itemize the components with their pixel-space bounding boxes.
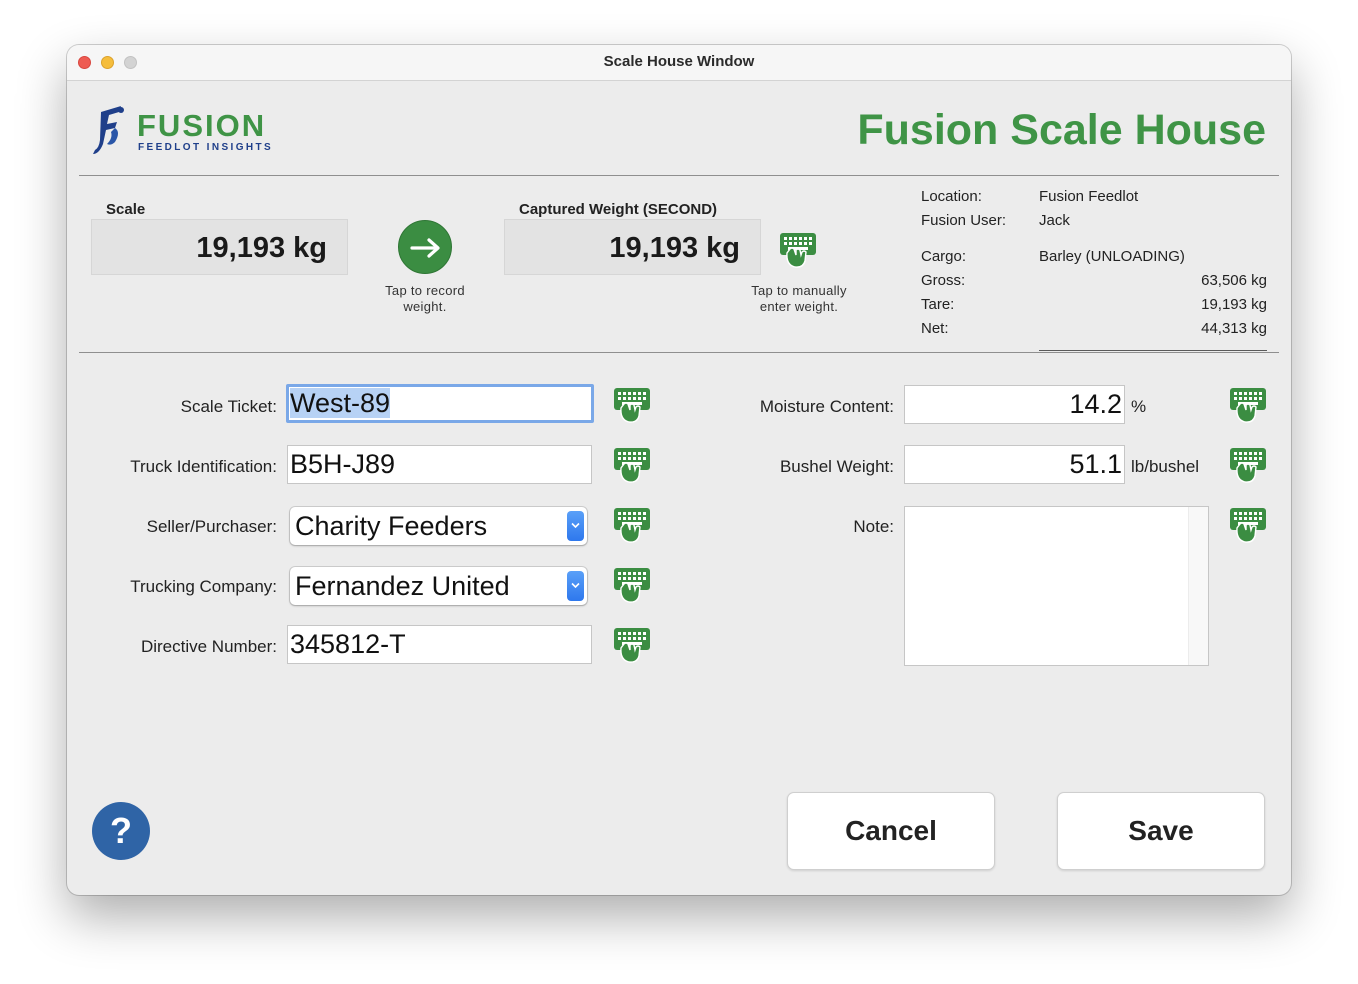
scale-ticket-label: Scale Ticket: xyxy=(180,397,277,416)
chevron-down-icon xyxy=(567,511,584,541)
net-sum-line xyxy=(1039,350,1267,351)
scale-ticket-field[interactable]: West-89 xyxy=(286,384,594,423)
question-mark-icon: ? xyxy=(110,810,132,851)
truck-identification-label: Truck Identification: xyxy=(130,457,277,476)
scale-ticket-value: West-89 xyxy=(290,388,391,418)
record-weight-button[interactable] xyxy=(398,220,452,274)
cargo-label: Cargo: xyxy=(921,248,967,265)
gross-value: 63,506 kg xyxy=(1201,272,1267,289)
keyboard-hand-icon[interactable] xyxy=(1229,386,1267,424)
fusion-user-label: Fusion User: xyxy=(921,212,1007,229)
app-title: Fusion Scale House xyxy=(857,106,1266,154)
keyboard-hand-icon[interactable] xyxy=(779,231,817,269)
fusion-logo: FUSION FEEDLOT INSIGHTS xyxy=(91,104,291,156)
moisture-content-field[interactable]: 14.2 xyxy=(904,385,1125,424)
net-label: Net: xyxy=(921,320,949,337)
seller-purchaser-popup[interactable]: Charity Feeders xyxy=(290,507,587,545)
keyboard-hand-icon[interactable] xyxy=(613,446,651,484)
trucking-company-label: Trucking Company: xyxy=(130,577,277,596)
seller-purchaser-label: Seller/Purchaser: xyxy=(146,517,277,536)
note-label: Note: xyxy=(853,517,894,536)
captured-weight-display: 19,193 kg xyxy=(504,219,761,275)
captured-weight-label: Captured Weight (SECOND) xyxy=(519,201,718,218)
note-scrollbar[interactable] xyxy=(1188,507,1208,665)
location-value: Fusion Feedlot xyxy=(1039,188,1139,205)
cargo-value: Barley (UNLOADING) xyxy=(1039,248,1185,265)
net-value: 44,313 kg xyxy=(1201,320,1267,337)
keyboard-hand-icon[interactable] xyxy=(613,626,651,664)
fusion-user-value: Jack xyxy=(1039,212,1070,229)
directive-number-field[interactable]: 345812-T xyxy=(287,625,592,664)
keyboard-hand-icon[interactable] xyxy=(1229,506,1267,544)
moisture-content-label: Moisture Content: xyxy=(759,397,894,416)
logo-tagline: FEEDLOT INSIGHTS xyxy=(138,142,274,153)
record-weight-hint: Tap to record weight. xyxy=(385,283,465,314)
trucking-company-value: Fernandez United xyxy=(295,571,510,601)
truck-identification-field[interactable]: B5H-J89 xyxy=(287,445,592,484)
moisture-unit: % xyxy=(1131,397,1147,416)
bushel-weight-label: Bushel Weight: xyxy=(779,457,894,476)
window-content: FUSION FEEDLOT INSIGHTS Fusion Scale Hou… xyxy=(67,80,1291,895)
keyboard-hand-icon[interactable] xyxy=(613,566,651,604)
tare-label: Tare: xyxy=(921,296,955,313)
title-bar: Scale House Window xyxy=(67,45,1291,81)
header-divider xyxy=(79,175,1279,176)
arrow-right-icon xyxy=(410,238,440,258)
seller-purchaser-value: Charity Feeders xyxy=(295,511,488,541)
chevron-down-icon xyxy=(567,571,584,601)
tare-value: 19,193 kg xyxy=(1201,296,1267,313)
bushel-weight-field[interactable]: 51.1 xyxy=(904,445,1125,484)
note-textarea[interactable] xyxy=(904,506,1209,666)
cancel-button[interactable]: Cancel xyxy=(787,792,995,870)
manual-weight-hint: Tap to manually enter weight. xyxy=(751,283,847,314)
help-button[interactable]: ? xyxy=(92,802,150,860)
note-text xyxy=(905,507,1208,515)
section-divider xyxy=(79,352,1279,353)
bushel-weight-unit: lb/bushel xyxy=(1131,457,1200,476)
logo-wordmark: FUSION xyxy=(137,108,267,143)
save-button[interactable]: Save xyxy=(1057,792,1265,870)
keyboard-hand-icon[interactable] xyxy=(613,386,651,424)
gross-label: Gross: xyxy=(921,272,966,289)
directive-number-label: Directive Number: xyxy=(140,637,277,656)
keyboard-hand-icon[interactable] xyxy=(1229,446,1267,484)
window-title: Scale House Window xyxy=(603,53,755,70)
trucking-company-popup[interactable]: Fernandez United xyxy=(290,567,587,605)
scale-house-window: Scale House Window FUSION FEEDLOT INSIGH… xyxy=(67,45,1291,895)
keyboard-hand-icon[interactable] xyxy=(613,506,651,544)
location-label: Location: xyxy=(921,188,982,205)
scale-label: Scale xyxy=(106,201,146,218)
scale-weight-display: 19,193 kg xyxy=(91,219,348,275)
fusion-mark-icon xyxy=(93,106,124,154)
